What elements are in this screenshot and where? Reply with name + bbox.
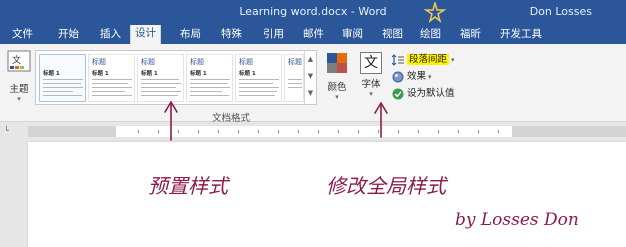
annotation-modify-global-styles: 修改全局样式 bbox=[326, 174, 446, 198]
annotation-preset-styles: 预置样式 bbox=[148, 174, 228, 198]
annotation-signature: by Losses Don bbox=[455, 210, 579, 230]
